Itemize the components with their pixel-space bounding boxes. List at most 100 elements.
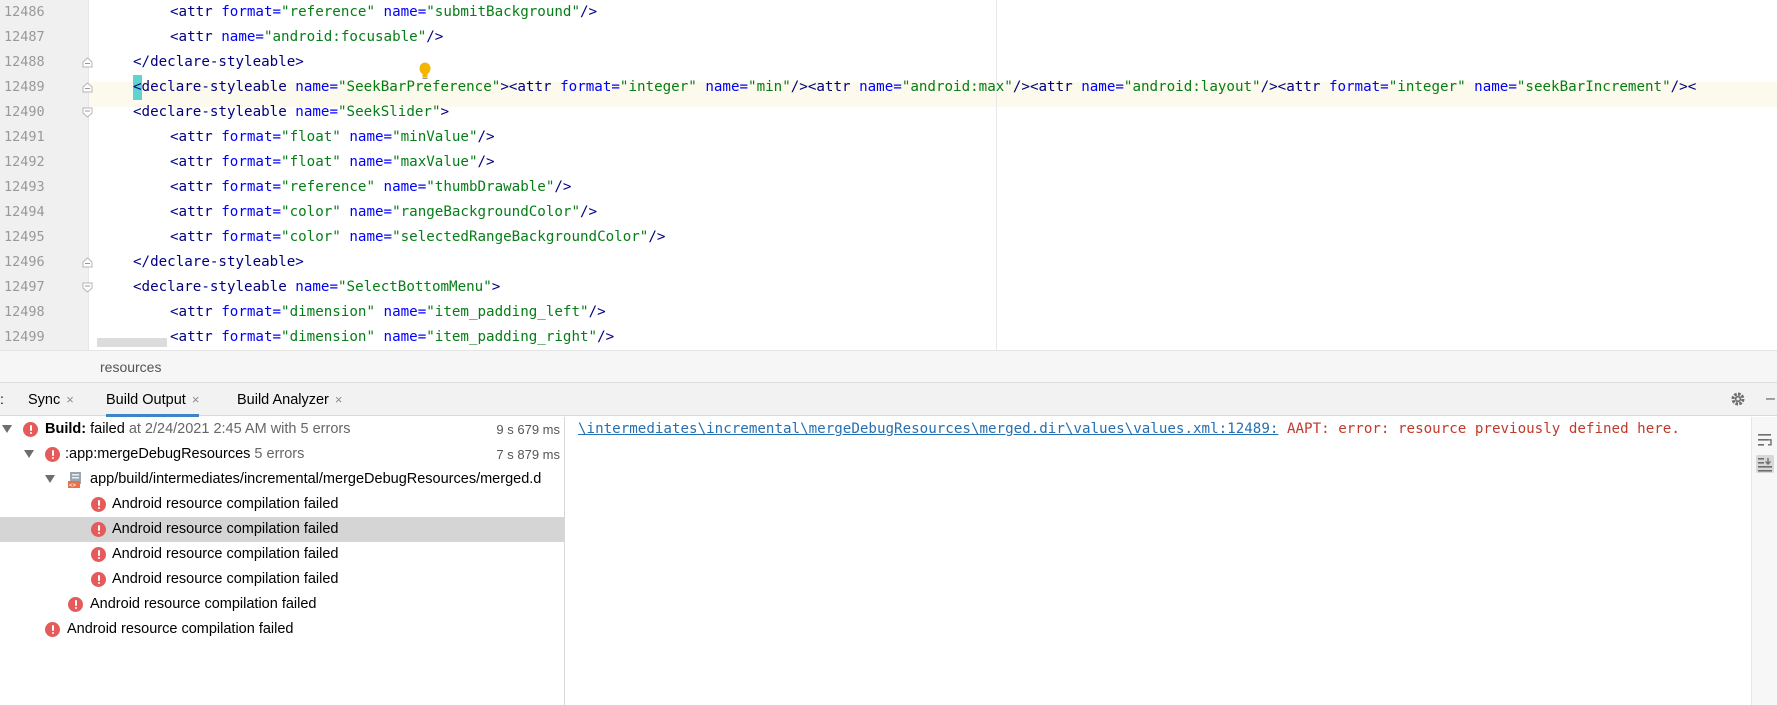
code-text: <declare-styleable name="SeekSlider"> — [133, 104, 450, 120]
tool-window-prefix: : — [0, 391, 4, 407]
code-text: <attr format="color" name="rangeBackgrou… — [170, 204, 598, 220]
build-status-text: Build: failed at 2/24/2021 2:45 AM with … — [45, 421, 351, 437]
error-text: AAPT: error: resource previously defined… — [1278, 421, 1680, 437]
code-text: </declare-styleable> — [133, 54, 304, 70]
chevron-down-icon[interactable] — [24, 450, 34, 458]
chevron-down-icon[interactable] — [45, 475, 55, 483]
code-text: <attr format="dimension" name="item_padd… — [170, 329, 615, 345]
tree-row-error[interactable]: Android resource compilation failed — [0, 492, 564, 517]
minimize-icon[interactable]: – — [1766, 390, 1775, 408]
soft-wrap-icon[interactable] — [1756, 431, 1774, 449]
error-message: Android resource compilation failed — [90, 596, 317, 612]
tool-window-tabbar: : Sync × Build Output × Build Analyzer × – — [0, 383, 1777, 417]
gear-icon[interactable] — [1730, 391, 1746, 412]
code-text: <attr format="dimension" name="item_padd… — [170, 304, 606, 320]
console-line: \intermediates\incremental\mergeDebugRes… — [578, 417, 1680, 442]
code-line[interactable]: 12497 <declare-styleable name="SelectBott… — [0, 275, 1777, 300]
line-number: 12497 — [4, 279, 45, 295]
close-icon[interactable]: × — [192, 383, 200, 416]
code-text: <attr format="reference" name="thumbDraw… — [170, 179, 572, 195]
code-text: </declare-styleable> — [133, 254, 304, 270]
code-line[interactable]: 12492 <attr format="float" name="maxValue… — [0, 150, 1777, 175]
tab-label: Sync — [28, 392, 61, 408]
fold-end-icon[interactable] — [82, 82, 93, 93]
error-message: Android resource compilation failed — [112, 546, 339, 562]
line-number: 12491 — [4, 129, 45, 145]
close-icon[interactable]: × — [335, 383, 343, 416]
build-output-console[interactable]: \intermediates\incremental\mergeDebugRes… — [566, 417, 1751, 705]
fold-start-icon[interactable] — [82, 107, 93, 118]
tree-row-error[interactable]: Android resource compilation failed — [0, 542, 564, 567]
line-number: 12495 — [4, 229, 45, 245]
text-cursor: < — [133, 75, 142, 100]
tree-row-error[interactable]: Android resource compilation failed — [0, 567, 564, 592]
line-number: 12493 — [4, 179, 45, 195]
code-text: <declare-styleable name="SelectBottomMen… — [133, 279, 501, 295]
code-line[interactable]: 12494 <attr format="color" name="rangeBac… — [0, 200, 1777, 225]
code-text: <declare-styleable name="SeekBarPreferen… — [133, 75, 1696, 100]
build-tree: Build: failed at 2/24/2021 2:45 AM with … — [0, 417, 565, 705]
code-line[interactable]: 12487 <attr name="android:focusable"/> — [0, 25, 1777, 50]
tab-build-analyzer[interactable]: Build Analyzer × — [237, 383, 342, 416]
line-number: 12494 — [4, 204, 45, 220]
error-icon — [45, 622, 60, 637]
error-message: Android resource compilation failed — [112, 571, 339, 587]
line-number: 12489 — [4, 79, 45, 95]
tree-row-task[interactable]: :app:mergeDebugResources 5 errors 7 s 87… — [0, 442, 564, 467]
error-icon — [68, 597, 83, 612]
line-number: 12487 — [4, 29, 45, 45]
code-line[interactable]: 12486 <attr format="reference" name="subm… — [0, 0, 1777, 25]
code-line[interactable]: 12499 <attr format="dimension" name="item… — [0, 325, 1777, 350]
scroll-to-end-icon[interactable] — [1756, 455, 1774, 473]
code-text: <attr format="float" name="maxValue"/> — [170, 154, 495, 170]
close-icon[interactable]: × — [66, 383, 74, 416]
code-line[interactable]: 12490 <declare-styleable name="SeekSlider… — [0, 100, 1777, 125]
code-line[interactable]: 12495 <attr format="color" name="selected… — [0, 225, 1777, 250]
tab-build-output[interactable]: Build Output × — [106, 383, 200, 417]
horizontal-scrollbar[interactable] — [97, 338, 167, 347]
line-number: 12490 — [4, 104, 45, 120]
code-line[interactable]: 12498 <attr format="dimension" name="item… — [0, 300, 1777, 325]
tree-row-error[interactable]: Android resource compilation failed — [0, 517, 564, 542]
code-line[interactable]: 12493 <attr format="reference" name="thum… — [0, 175, 1777, 200]
fold-end-icon[interactable] — [82, 257, 93, 268]
fold-start-icon[interactable] — [82, 282, 93, 293]
error-icon — [91, 547, 106, 562]
tree-row-file[interactable]: <> app/build/intermediates/incremental/m… — [0, 467, 564, 494]
console-side-toolbar — [1751, 417, 1777, 705]
xml-file-icon: <> — [67, 471, 85, 494]
task-duration: 7 s 879 ms — [496, 447, 560, 462]
tree-row-error[interactable]: Android resource compilation failed — [0, 617, 564, 642]
fold-end-icon[interactable] — [82, 57, 93, 68]
line-number: 12498 — [4, 304, 45, 320]
code-line[interactable]: 12496 </declare-styleable> — [0, 250, 1777, 275]
file-link[interactable]: \intermediates\incremental\mergeDebugRes… — [578, 421, 1278, 437]
svg-text:<>: <> — [69, 482, 77, 489]
tree-row-build[interactable]: Build: failed at 2/24/2021 2:45 AM with … — [0, 417, 564, 442]
lightbulb-icon[interactable] — [418, 62, 432, 85]
tab-sync[interactable]: Sync × — [28, 383, 74, 416]
file-path: app/build/intermediates/incremental/merg… — [90, 471, 542, 487]
code-text: <attr format="float" name="minValue"/> — [170, 129, 495, 145]
line-number: 12492 — [4, 154, 45, 170]
error-message: Android resource compilation failed — [112, 496, 339, 512]
code-editor[interactable]: 12486 <attr format="reference" name="subm… — [0, 0, 1777, 350]
code-text: <attr format="color" name="selectedRange… — [170, 229, 666, 245]
code-text: <attr format="reference" name="submitBac… — [170, 4, 598, 20]
error-message: Android resource compilation failed — [67, 621, 294, 637]
line-number: 12488 — [4, 54, 45, 70]
line-number: 12499 — [4, 329, 45, 345]
breadcrumb-item-resources[interactable]: resources — [100, 359, 161, 375]
error-icon — [45, 447, 60, 462]
error-icon — [91, 522, 106, 537]
error-icon — [91, 497, 106, 512]
tab-label: Build Analyzer — [237, 392, 329, 408]
tree-row-error[interactable]: Android resource compilation failed — [0, 592, 564, 617]
code-line[interactable]: 12488 </declare-styleable> — [0, 50, 1777, 75]
error-message: Android resource compilation failed — [112, 521, 339, 537]
chevron-down-icon[interactable] — [2, 425, 12, 433]
code-line[interactable]: 12489 <declare-styleable name="SeekBarPre… — [0, 75, 1777, 100]
line-number: 12496 — [4, 254, 45, 270]
line-number: 12486 — [4, 4, 45, 20]
code-line[interactable]: 12491 <attr format="float" name="minValue… — [0, 125, 1777, 150]
